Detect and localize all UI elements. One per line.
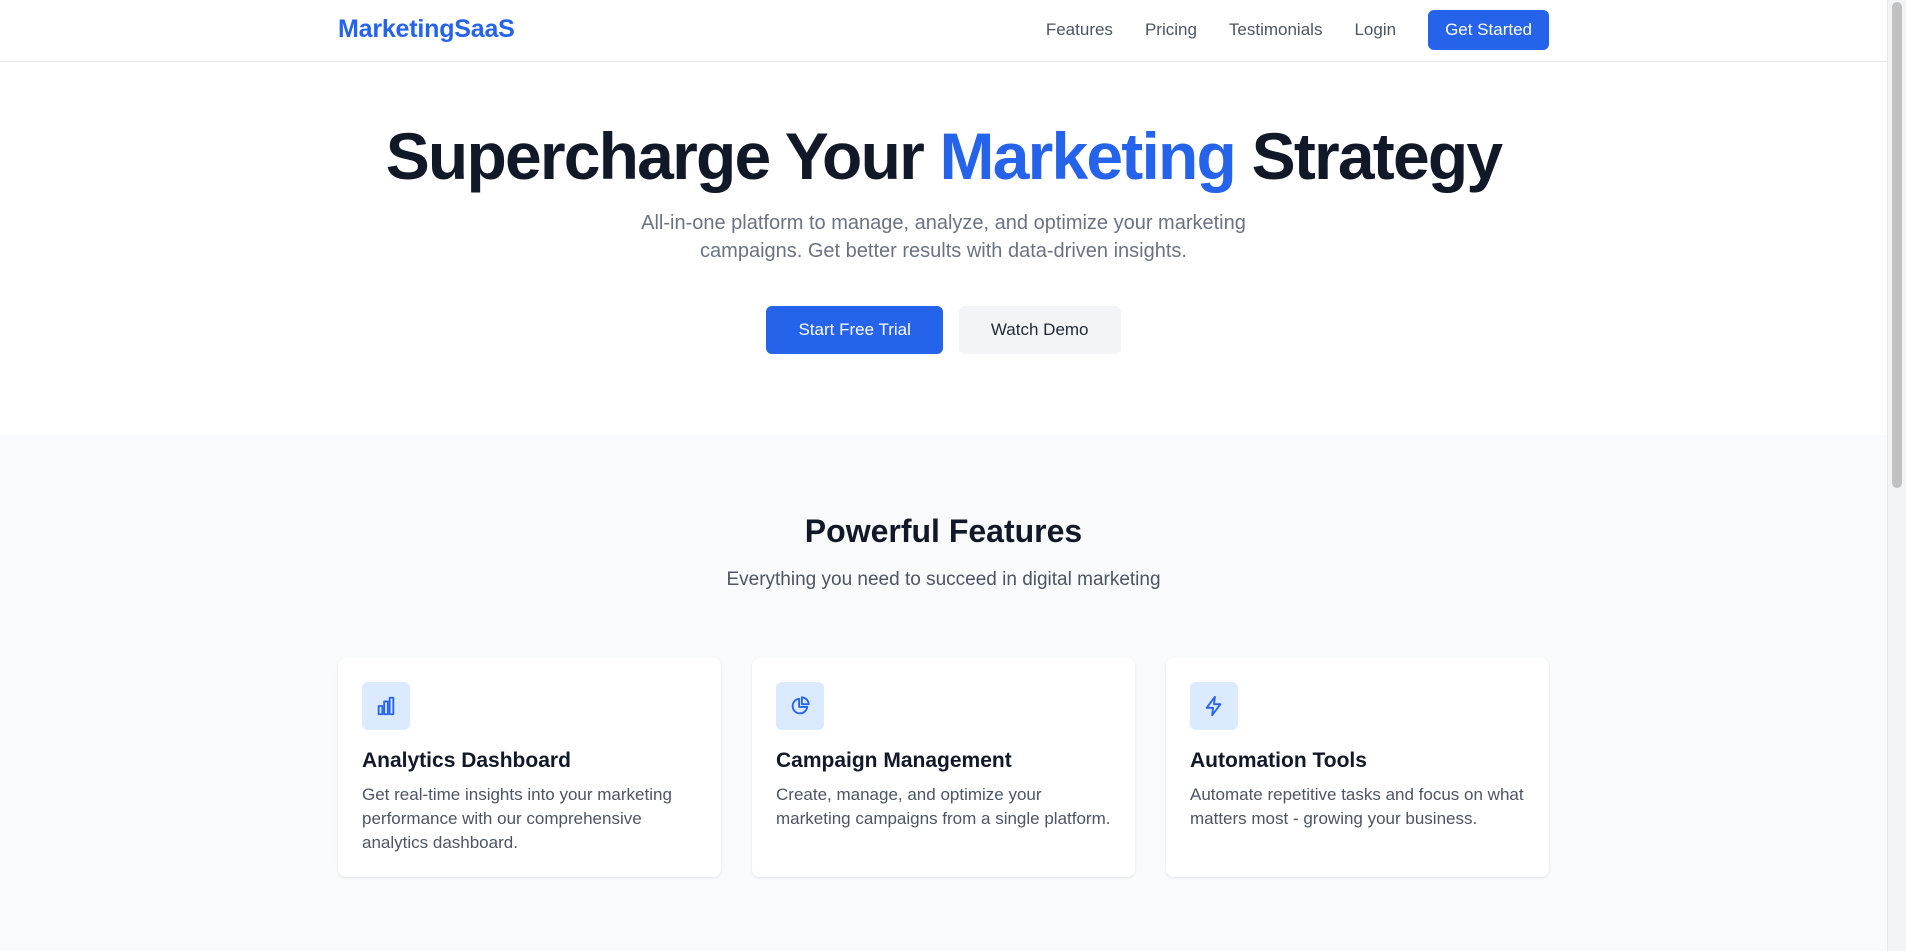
feature-card-analytics: Analytics Dashboard Get real-time insigh… — [338, 658, 721, 877]
feature-card-automation: Automation Tools Automate repetitive tas… — [1166, 658, 1549, 877]
lightning-icon — [1190, 682, 1238, 730]
pie-chart-icon — [776, 682, 824, 730]
watch-demo-button[interactable]: Watch Demo — [958, 306, 1121, 354]
nav-links: Features Pricing Testimonials Login Get … — [1046, 10, 1549, 50]
feature-card-description: Get real-time insights into your marketi… — [362, 785, 672, 852]
feature-card-description: Create, manage, and optimize your market… — [776, 785, 1111, 828]
hero-section: Supercharge Your Marketing Strategy All-… — [0, 63, 1887, 435]
features-section: Powerful Features Everything you need to… — [0, 435, 1887, 951]
features-subtitle: Everything you need to succeed in digita… — [726, 569, 1161, 590]
hero-actions: Start Free Trial Watch Demo — [0, 306, 1887, 354]
nav-link-testimonials[interactable]: Testimonials — [1229, 20, 1323, 40]
brand-logo[interactable]: MarketingSaaS — [338, 15, 515, 44]
scrollbar-thumb[interactable] — [1892, 2, 1902, 488]
bar-chart-icon — [362, 682, 410, 730]
hero-title-accent: Marketing — [939, 119, 1237, 193]
hero-title-pre: Supercharge Your — [385, 119, 925, 193]
hero-title: Supercharge Your Marketing Strategy — [0, 118, 1887, 194]
nav-link-login[interactable]: Login — [1354, 20, 1396, 40]
page: MarketingSaaS Features Pricing Testimoni… — [0, 0, 1887, 951]
feature-card-description: Automate repetitive tasks and focus on w… — [1190, 785, 1524, 828]
feature-card-title: Campaign Management — [776, 749, 1012, 772]
feature-card-title: Automation Tools — [1190, 749, 1367, 772]
hero-title-post: Strategy — [1251, 119, 1504, 193]
start-free-trial-button[interactable]: Start Free Trial — [766, 306, 943, 354]
nav-link-pricing[interactable]: Pricing — [1145, 20, 1197, 40]
feature-card-campaign: Campaign Management Create, manage, and … — [752, 658, 1135, 877]
top-navbar: MarketingSaaS Features Pricing Testimoni… — [0, 0, 1887, 62]
hero-subtitle: All-in-one platform to manage, analyze, … — [641, 212, 1246, 262]
nav-link-features[interactable]: Features — [1046, 20, 1113, 40]
features-title: Powerful Features — [804, 513, 1083, 549]
vertical-scrollbar[interactable] — [1887, 0, 1906, 951]
get-started-button[interactable]: Get Started — [1428, 10, 1549, 50]
feature-card-title: Analytics Dashboard — [362, 749, 571, 772]
feature-cards: Analytics Dashboard Get real-time insigh… — [338, 658, 1549, 877]
